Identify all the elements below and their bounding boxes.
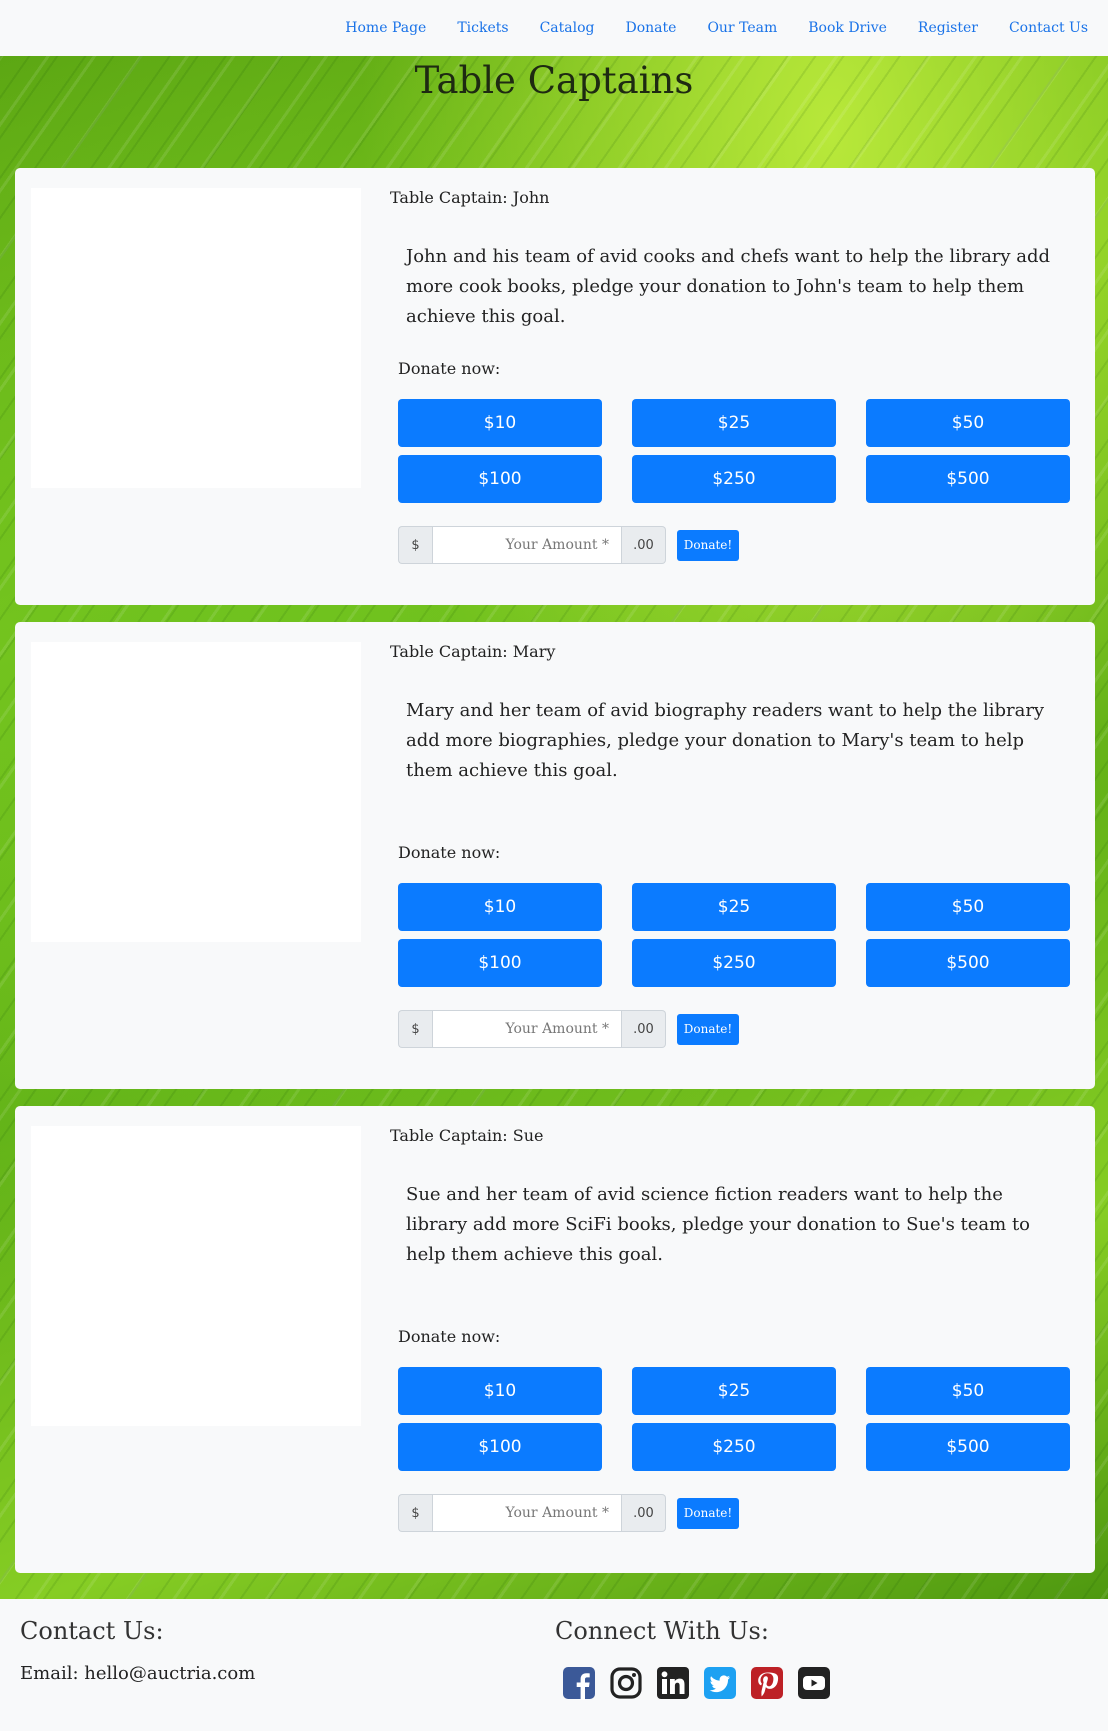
donate-250-button[interactable]: $250 [632,939,836,987]
page-title: Table Captains [414,59,694,102]
youtube-icon[interactable] [797,1666,844,1704]
custom-amount-row: $ .00 Donate! [398,1494,739,1532]
contact-heading: Contact Us: [20,1617,164,1645]
nav-contact-us[interactable]: Contact Us [1009,20,1088,36]
captain-card-mary: Table Captain: Mary Mary and her team of… [15,622,1095,1089]
pinterest-icon[interactable] [750,1666,797,1704]
top-navbar: Home Page Tickets Catalog Donate Our Tea… [0,0,1108,56]
donate-500-button[interactable]: $500 [866,455,1070,503]
donation-amounts: $10 $25 $50 $100 $250 $500 [398,1367,1070,1471]
donation-amounts: $10 $25 $50 $100 $250 $500 [398,399,1070,503]
nav-book-drive[interactable]: Book Drive [808,20,887,36]
footer: Contact Us: Email: hello@auctria.com Con… [0,1599,1108,1731]
nav-tickets[interactable]: Tickets [457,20,508,36]
cents-suffix: .00 [622,1010,666,1048]
twitter-icon[interactable] [703,1666,750,1704]
captain-name: Table Captain: Sue [390,1126,544,1145]
amount-input[interactable] [432,1494,622,1532]
captain-name: Table Captain: Mary [390,642,556,661]
donate-10-button[interactable]: $10 [398,1367,602,1415]
donate-submit-button[interactable]: Donate! [677,1497,739,1529]
amount-input-group: $ .00 [398,1494,666,1532]
donate-25-button[interactable]: $25 [632,1367,836,1415]
connect-heading: Connect With Us: [555,1617,769,1645]
currency-prefix: $ [398,526,432,564]
donate-25-button[interactable]: $25 [632,883,836,931]
nav-donate[interactable]: Donate [626,20,677,36]
donate-10-button[interactable]: $10 [398,399,602,447]
donate-100-button[interactable]: $100 [398,455,602,503]
amount-input-group: $ .00 [398,1010,666,1048]
custom-amount-row: $ .00 Donate! [398,526,739,564]
captain-description: Sue and her team of avid science fiction… [406,1184,1031,1265]
donate-50-button[interactable]: $50 [866,399,1070,447]
nav-catalog[interactable]: Catalog [540,20,595,36]
donate-50-button[interactable]: $50 [866,1367,1070,1415]
currency-prefix: $ [398,1494,432,1532]
facebook-icon[interactable] [562,1666,609,1704]
amount-input[interactable] [432,526,622,564]
donate-500-button[interactable]: $500 [866,939,1070,987]
donate-now-label: Donate now: [398,359,501,378]
nav-home[interactable]: Home Page [345,20,426,36]
contact-email[interactable]: Email: hello@auctria.com [20,1663,255,1684]
donate-submit-button[interactable]: Donate! [677,1013,739,1045]
linkedin-icon[interactable] [656,1666,703,1704]
donate-100-button[interactable]: $100 [398,939,602,987]
social-links [562,1666,844,1704]
donate-100-button[interactable]: $100 [398,1423,602,1471]
currency-prefix: $ [398,1010,432,1048]
amount-input-group: $ .00 [398,526,666,564]
captain-description: Mary and her team of avid biography read… [406,700,1045,781]
donate-250-button[interactable]: $250 [632,455,836,503]
donate-50-button[interactable]: $50 [866,883,1070,931]
captain-card-sue: Table Captain: Sue Sue and her team of a… [15,1106,1095,1573]
captain-image [31,642,361,942]
donate-now-label: Donate now: [398,1327,501,1346]
captain-card-john: Table Captain: John John and his team of… [15,168,1095,605]
donate-submit-button[interactable]: Donate! [677,529,739,561]
donate-25-button[interactable]: $25 [632,399,836,447]
donation-amounts: $10 $25 $50 $100 $250 $500 [398,883,1070,987]
amount-input[interactable] [432,1010,622,1048]
nav-our-team[interactable]: Our Team [707,20,777,36]
donate-500-button[interactable]: $500 [866,1423,1070,1471]
donate-now-label: Donate now: [398,843,501,862]
cents-suffix: .00 [622,1494,666,1532]
captain-name: Table Captain: John [390,188,550,207]
captain-description: John and his team of avid cooks and chef… [406,246,1051,327]
nav-register[interactable]: Register [918,20,978,36]
cents-suffix: .00 [622,526,666,564]
donate-250-button[interactable]: $250 [632,1423,836,1471]
donate-10-button[interactable]: $10 [398,883,602,931]
instagram-icon[interactable] [609,1666,656,1704]
captain-image [31,1126,361,1426]
custom-amount-row: $ .00 Donate! [398,1010,739,1048]
captain-image [31,188,361,488]
